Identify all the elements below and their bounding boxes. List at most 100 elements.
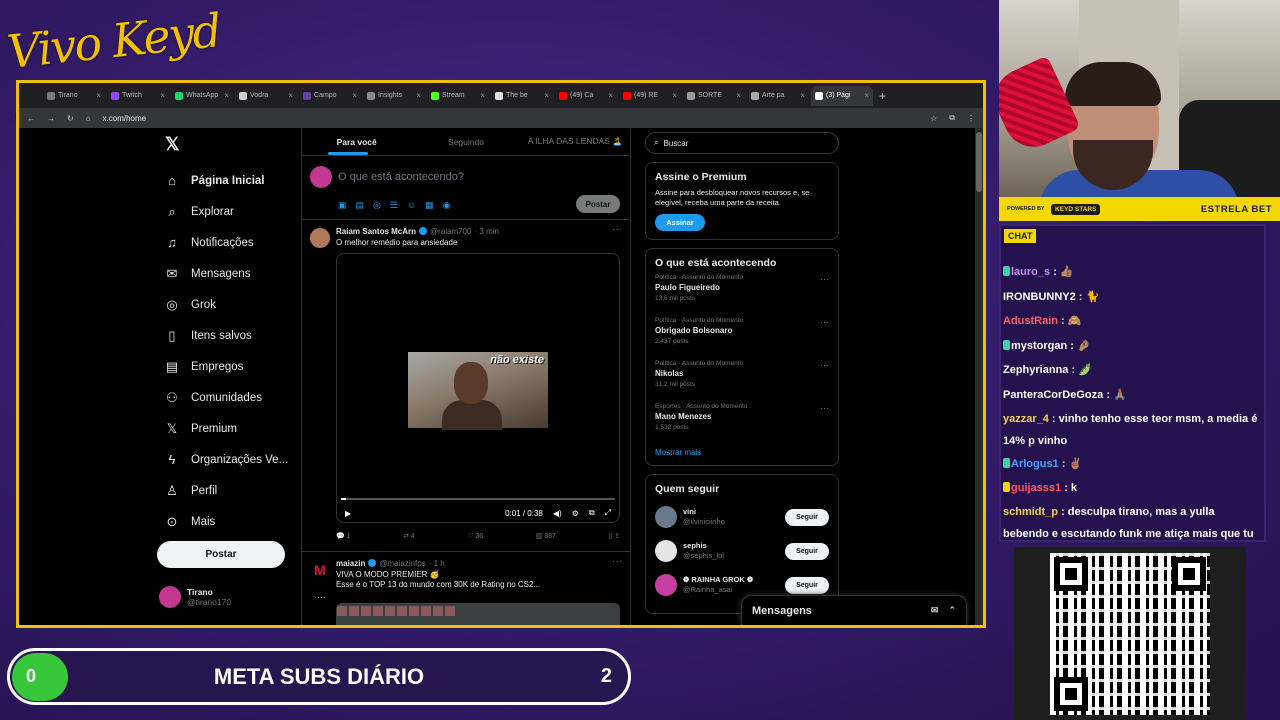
home-icon[interactable]: ⌂ [86, 114, 91, 123]
tweet[interactable]: M maiazin @maiazinfps · 1 h ··· VIVA O M… [302, 552, 630, 625]
follow-button[interactable]: Seguir [785, 576, 829, 594]
browser-tab[interactable]: Twitch × [107, 86, 169, 106]
trend-item[interactable]: Esportes · Assunto do Momento Mano Meneze… [655, 403, 829, 446]
close-icon[interactable]: × [800, 91, 805, 100]
like-button[interactable]: ♡ 36 [467, 532, 483, 540]
composer-tool-icon[interactable]: ▤ [356, 200, 365, 211]
show-more-link[interactable]: Mostrar mais [655, 448, 829, 457]
browser-tab[interactable]: Campo × [299, 86, 361, 106]
browser-tab[interactable]: (3) Pági × [811, 85, 873, 106]
x-logo-icon[interactable]: 𝕏 [165, 134, 297, 155]
compose-post-button[interactable]: Postar [576, 195, 620, 213]
sidebar-item[interactable]: ◎ Grok [157, 289, 297, 320]
share-icons[interactable]: ▯ ⇪ [608, 532, 620, 540]
reload-icon[interactable]: ↻ [67, 114, 74, 123]
browser-tab[interactable]: Stream × [427, 86, 489, 106]
repost-button[interactable]: ⇄ 4 [403, 532, 415, 540]
tab-list[interactable]: A ILHA DAS LENDAS 🏝️ [521, 128, 630, 155]
views-button[interactable]: ▥ 887 [536, 532, 556, 540]
composer-tool-icon[interactable]: ▣ [338, 200, 347, 211]
video-player[interactable]: não existe ▶ 0:01 / 0:38 ◀) ⚙ ⧉ ⤢ [336, 253, 620, 523]
more-icon[interactable]: ··· [612, 224, 622, 235]
composer-tool-icon[interactable]: ☰ [390, 200, 398, 211]
composer-tool-icon[interactable]: ▦ [425, 200, 434, 211]
sidebar-item[interactable]: ⌂ Página Inicial [157, 165, 297, 196]
new-tab-button[interactable]: + [879, 89, 886, 103]
sidebar-item[interactable]: ✉ Mensagens [157, 258, 297, 289]
close-icon[interactable]: × [160, 91, 165, 100]
close-icon[interactable]: × [224, 91, 229, 100]
close-icon[interactable]: × [352, 91, 357, 100]
sidebar-item[interactable]: ♙ Perfil [157, 475, 297, 506]
tab-for-you[interactable]: Para você [302, 128, 411, 155]
post-button[interactable]: Postar [157, 541, 285, 568]
more-icon[interactable]: ··· [820, 274, 829, 284]
menu-icon[interactable]: ⋮ [967, 114, 975, 123]
follow-button[interactable]: Seguir [785, 542, 829, 560]
sidebar-item[interactable]: ▯ Itens salvos [157, 320, 297, 351]
pip-icon[interactable]: ⧉ [589, 508, 595, 518]
more-icon[interactable]: ··· [820, 360, 829, 370]
new-message-icon[interactable]: ✉ [931, 605, 939, 616]
sidebar-item[interactable]: ♫ Notificações [157, 227, 297, 258]
close-icon[interactable]: × [416, 91, 421, 100]
bookmark-star-icon[interactable]: ☆ [930, 114, 937, 123]
back-icon[interactable]: ← [27, 114, 35, 123]
composer-tool-icon[interactable]: ◎ [373, 200, 381, 211]
more-icon[interactable]: ··· [820, 403, 829, 413]
more-icon[interactable]: ··· [612, 556, 622, 567]
messages-drawer[interactable]: Mensagens ✉ ⌃ [741, 595, 967, 625]
sidebar-item[interactable]: ϟ Organizações Ve... [157, 444, 297, 475]
browser-tab[interactable]: (49) RE × [619, 86, 681, 106]
scrollbar[interactable] [975, 128, 983, 625]
close-icon[interactable]: × [672, 91, 677, 100]
close-icon[interactable]: × [608, 91, 613, 100]
sidebar-item[interactable]: ⊙ Mais [157, 506, 297, 537]
browser-tab[interactable]: The be × [491, 86, 553, 106]
trend-item[interactable]: Política · Assunto do Momento Obrigado Bo… [655, 317, 829, 360]
trend-item[interactable]: Política · Assunto do Momento Nikolas 31,2… [655, 360, 829, 403]
trend-item[interactable]: Política · Assunto do Momento Paulo Figue… [655, 274, 829, 317]
composer-tool-icon[interactable]: ◉ [443, 200, 451, 211]
close-icon[interactable]: × [480, 91, 485, 100]
tweet[interactable]: Raiam Santos McArn @raiam700 · 3 min ···… [302, 220, 630, 552]
url-field[interactable]: x.com/home [103, 114, 919, 123]
more-icon[interactable]: ··· [820, 317, 829, 327]
video-progress[interactable] [341, 498, 615, 500]
tab-following[interactable]: Seguindo [411, 128, 520, 155]
tweet-author[interactable]: Raiam Santos McArn [336, 227, 416, 236]
close-icon[interactable]: × [288, 91, 293, 100]
follow-suggestion[interactable]: sephis @sephis_lol Seguir [655, 534, 829, 568]
browser-tab[interactable]: Vodra × [235, 86, 297, 106]
follow-button[interactable]: Seguir [785, 508, 829, 526]
close-icon[interactable]: × [544, 91, 549, 100]
sidebar-item[interactable]: 𝕏 Premium [157, 413, 297, 444]
browser-tab[interactable]: SORTE × [683, 86, 745, 106]
tweet-author[interactable]: maiazin [336, 559, 365, 568]
sidebar-item[interactable]: ⌕ Explorar [157, 196, 297, 227]
extensions-icon[interactable]: ⧉ [949, 113, 955, 123]
forward-icon[interactable]: → [47, 114, 55, 123]
subscribe-button[interactable]: Assinar [655, 214, 705, 231]
browser-tab[interactable]: Arte pa × [747, 86, 809, 106]
volume-icon[interactable]: ◀) [553, 509, 562, 518]
composer-tool-icon[interactable]: ☺ [407, 200, 416, 211]
browser-tab[interactable]: (49) Ca × [555, 86, 617, 106]
reply-button[interactable]: 💬 1 [336, 532, 351, 540]
fullscreen-icon[interactable]: ⤢ [605, 508, 611, 518]
close-icon[interactable]: × [96, 91, 101, 100]
sidebar-item[interactable]: ▤ Empregos [157, 351, 297, 382]
compose-input[interactable]: O que está acontecendo? [338, 171, 464, 183]
play-icon[interactable]: ▶ [345, 509, 351, 518]
follow-suggestion[interactable]: vini @ilviniciinho Seguir [655, 500, 829, 534]
browser-tab[interactable]: Insights × [363, 86, 425, 106]
close-icon[interactable]: × [736, 91, 741, 100]
close-icon[interactable]: × [864, 91, 869, 100]
tweet-image[interactable] [336, 603, 620, 625]
search-input[interactable]: ⌕ Buscar [645, 132, 839, 154]
browser-tab[interactable]: WhatsApp × [171, 86, 233, 106]
expand-icon[interactable]: ⌃ [948, 605, 956, 616]
settings-icon[interactable]: ⚙ [572, 509, 579, 518]
sidebar-item[interactable]: ⚇ Comunidades [157, 382, 297, 413]
browser-tab[interactable]: Tirano × [43, 86, 105, 106]
